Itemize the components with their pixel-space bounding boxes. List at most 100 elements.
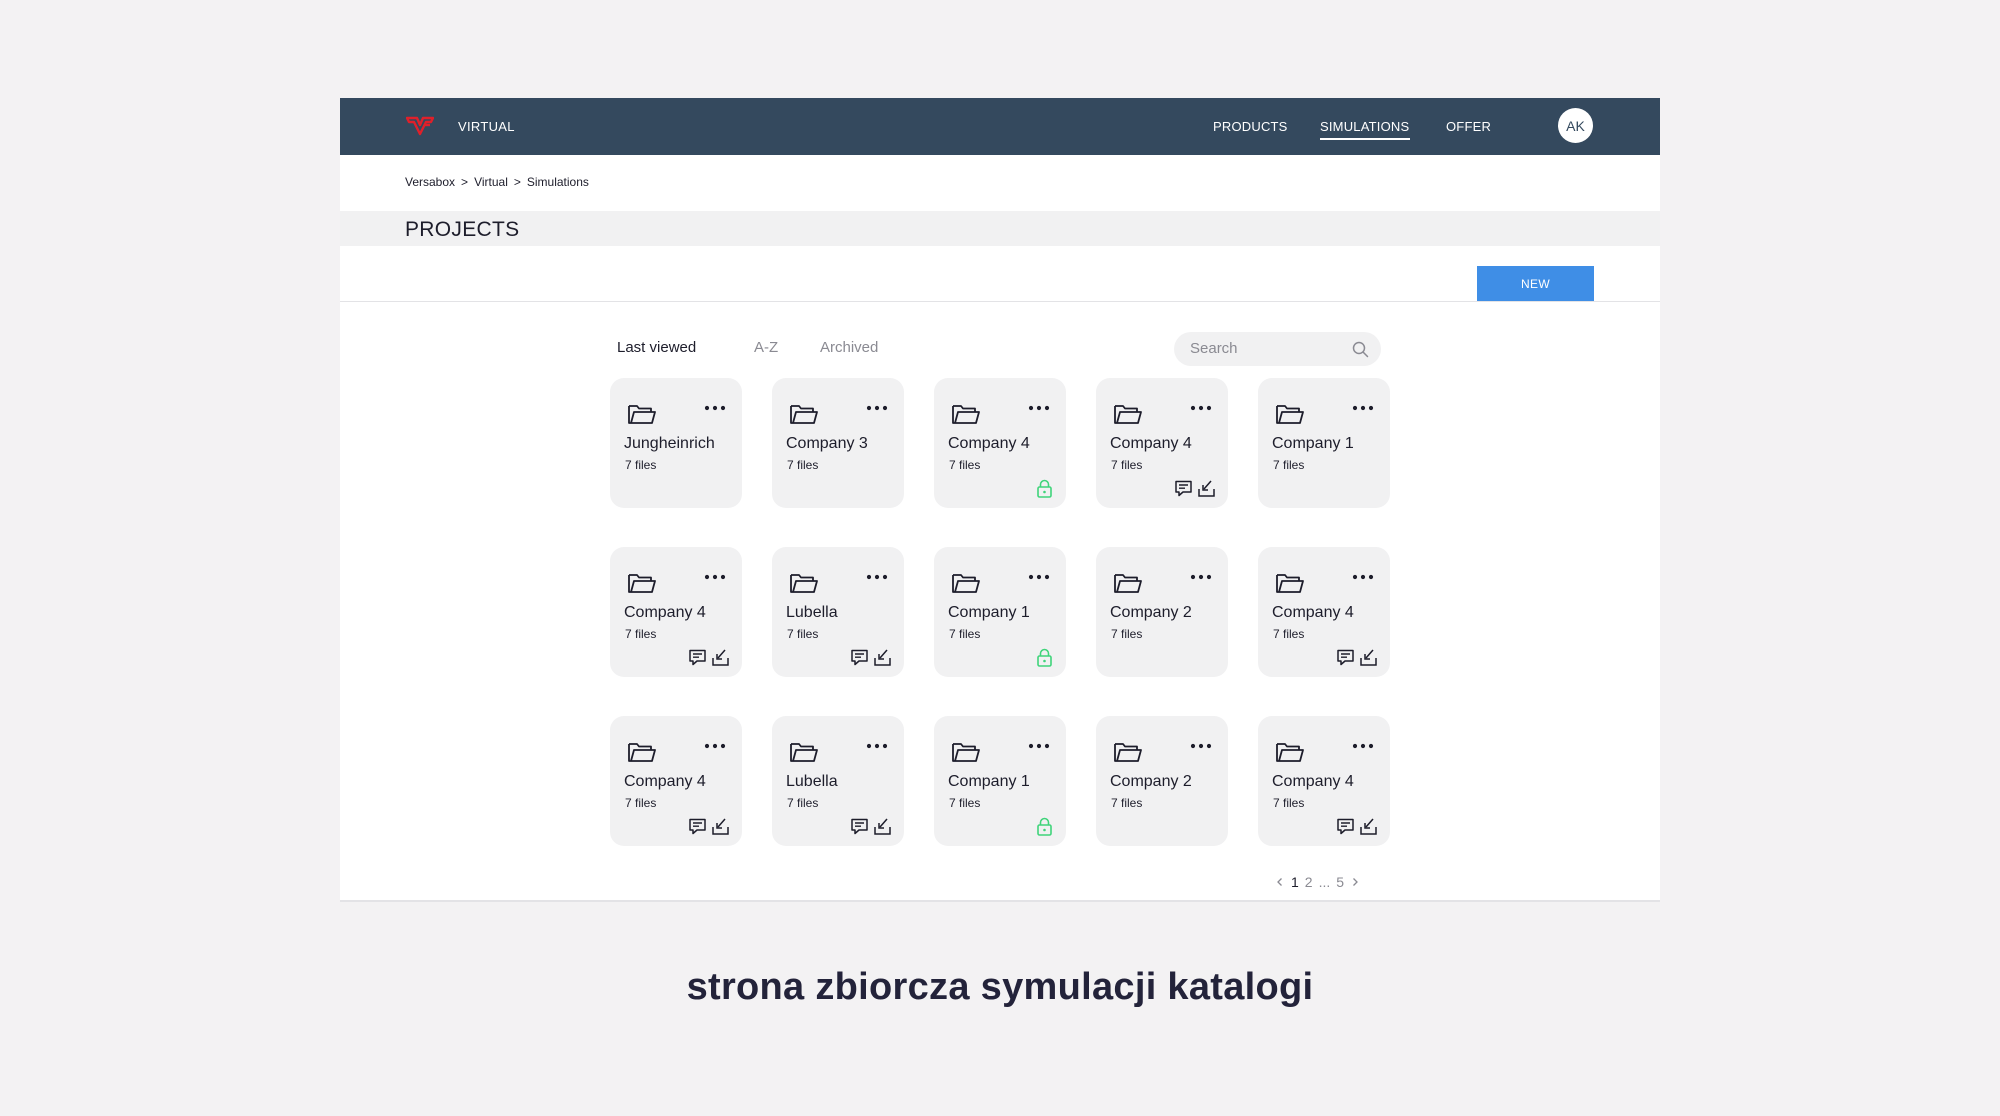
lock-icon (1035, 479, 1054, 498)
more-options-icon[interactable] (1352, 567, 1374, 580)
more-options-icon[interactable] (1028, 398, 1050, 411)
page-number[interactable]: 2 (1305, 874, 1313, 890)
search-icon[interactable] (1352, 341, 1369, 358)
more-options-icon[interactable] (1352, 398, 1374, 411)
tab-a-z[interactable]: A-Z (754, 339, 778, 356)
file-count: 7 files (625, 627, 657, 641)
card-badges (850, 648, 892, 667)
card-badges (850, 817, 892, 836)
project-card[interactable]: Company 1 7 files (934, 547, 1066, 677)
project-name: Company 4 (1272, 773, 1354, 790)
folder-icon (1113, 402, 1143, 426)
page-number[interactable]: 5 (1336, 874, 1344, 890)
download-icon[interactable] (1197, 479, 1216, 498)
more-options-icon[interactable] (704, 567, 726, 580)
lock-icon (1035, 817, 1054, 836)
more-options-icon[interactable] (1190, 736, 1212, 749)
card-badges (1336, 817, 1378, 836)
more-options-icon[interactable] (704, 736, 726, 749)
active-nav-indicator (1320, 138, 1410, 140)
file-count: 7 files (787, 458, 819, 472)
breadcrumb-versabox[interactable]: Versabox (405, 175, 455, 189)
more-options-icon[interactable] (866, 398, 888, 411)
download-icon[interactable] (873, 817, 892, 836)
download-icon[interactable] (1359, 817, 1378, 836)
new-project-button[interactable]: NEW (1477, 266, 1594, 302)
project-card[interactable]: Company 4 7 files (610, 547, 742, 677)
more-options-icon[interactable] (866, 567, 888, 580)
comment-icon[interactable] (1174, 479, 1193, 498)
project-card[interactable]: Company 2 7 files (1096, 716, 1228, 846)
project-card[interactable]: Company 4 7 files (934, 378, 1066, 508)
comment-icon[interactable] (1336, 817, 1355, 836)
project-card[interactable]: Lubella 7 files (772, 716, 904, 846)
more-options-icon[interactable] (1352, 736, 1374, 749)
download-icon[interactable] (1359, 648, 1378, 667)
nav-offer[interactable]: OFFER (1446, 119, 1491, 134)
folder-icon (1113, 740, 1143, 764)
project-card[interactable]: Company 2 7 files (1096, 547, 1228, 677)
breadcrumb-simulations[interactable]: Simulations (527, 175, 589, 189)
project-card[interactable]: Company 4 7 files (1258, 716, 1390, 846)
folder-icon (951, 740, 981, 764)
brand-name: VIRTUAL (458, 119, 515, 134)
project-card[interactable]: Lubella 7 files (772, 547, 904, 677)
file-count: 7 files (949, 458, 981, 472)
project-name: Lubella (786, 604, 838, 621)
more-options-icon[interactable] (704, 398, 726, 411)
slide-caption: strona zbiorcza symulacji katalogi (686, 966, 1314, 1008)
search-input[interactable] (1190, 340, 1350, 357)
more-options-icon[interactable] (866, 736, 888, 749)
app-window: VIRTUAL PRODUCTS SIMULATIONS OFFER AK Ve… (340, 98, 1660, 902)
project-grid: Jungheinrich 7 files Company 37 files Compa… (610, 378, 1390, 848)
download-icon[interactable] (711, 817, 730, 836)
comment-icon[interactable] (850, 648, 869, 667)
project-name: Company 2 (1110, 773, 1192, 790)
user-avatar[interactable]: AK (1558, 108, 1593, 143)
download-icon[interactable] (711, 648, 730, 667)
project-card[interactable]: Company 1 7 files (934, 716, 1066, 846)
project-card[interactable]: Company 4 7 files (1096, 378, 1228, 508)
more-options-icon[interactable] (1028, 736, 1050, 749)
file-count: 7 files (1273, 627, 1305, 641)
top-navigation-bar: VIRTUAL PRODUCTS SIMULATIONS OFFER AK (340, 98, 1660, 155)
folder-icon (1275, 740, 1305, 764)
comment-icon[interactable] (1336, 648, 1355, 667)
previous-page-icon[interactable] (1275, 877, 1285, 887)
project-card[interactable]: Company 1 7 files (1258, 378, 1390, 508)
project-name: Company 4 (948, 435, 1030, 452)
comment-icon[interactable] (850, 817, 869, 836)
next-page-icon[interactable] (1350, 877, 1360, 887)
file-count: 7 files (1273, 796, 1305, 810)
comment-icon[interactable] (688, 648, 707, 667)
folder-icon (627, 402, 657, 426)
project-card[interactable]: Company 4 7 files (610, 716, 742, 846)
card-badges (1174, 479, 1216, 498)
file-count: 7 files (949, 796, 981, 810)
versabox-logo-icon[interactable] (406, 116, 434, 136)
card-badges (1035, 817, 1054, 836)
more-options-icon[interactable] (1028, 567, 1050, 580)
lock-icon (1035, 648, 1054, 667)
file-count: 7 files (1273, 458, 1305, 472)
nav-simulations[interactable]: SIMULATIONS (1320, 119, 1409, 134)
project-card[interactable]: Jungheinrich 7 files (610, 378, 742, 508)
project-name: Company 4 (1272, 604, 1354, 621)
breadcrumb-separator: > (461, 175, 469, 189)
search-box (1174, 332, 1381, 366)
comment-icon[interactable] (688, 817, 707, 836)
more-options-icon[interactable] (1190, 567, 1212, 580)
tab-last-viewed[interactable]: Last viewed (617, 339, 696, 356)
more-options-icon[interactable] (1190, 398, 1212, 411)
folder-icon (627, 740, 657, 764)
download-icon[interactable] (873, 648, 892, 667)
page-number[interactable]: 1 (1291, 874, 1299, 890)
project-name: Lubella (786, 773, 838, 790)
breadcrumb-virtual[interactable]: Virtual (474, 175, 508, 189)
project-card[interactable]: Company 4 7 files (1258, 547, 1390, 677)
project-name: Company 4 (624, 773, 706, 790)
tab-archived[interactable]: Archived (820, 339, 878, 356)
project-card[interactable]: Company 3 7 files (772, 378, 904, 508)
nav-products[interactable]: PRODUCTS (1213, 119, 1288, 134)
file-count: 7 files (1111, 627, 1143, 641)
